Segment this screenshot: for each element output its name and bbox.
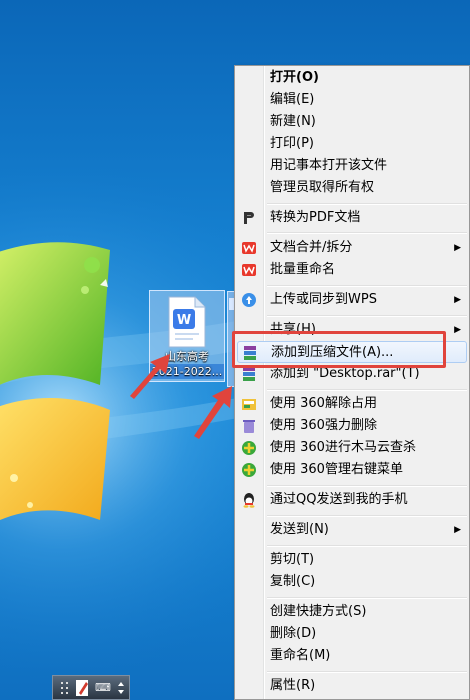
context-menu: 打开(O) 编辑(E) 新建(N) 打印(P) 用记事本打开该文件 管理员取得所… <box>234 65 470 700</box>
360-delete-icon <box>243 420 255 433</box>
grip-icon <box>61 682 68 694</box>
menu-item-open-with-notepad[interactable]: 用记事本打开该文件 <box>237 155 467 177</box>
menu-item-take-ownership[interactable]: 管理员取得所有权 <box>237 177 467 199</box>
wps-document-icon: W <box>168 296 206 348</box>
wps-icon <box>242 264 256 276</box>
menu-separator <box>267 315 467 317</box>
red-arrow-icon <box>130 354 170 399</box>
menu-item-cut[interactable]: 剪切(T) <box>237 549 467 571</box>
360-menu-icon <box>242 463 256 477</box>
submenu-arrow-icon: ▶ <box>454 243 461 253</box>
menu-item-upload-wps[interactable]: 上传或同步到WPS ▶ <box>237 289 467 311</box>
menu-item-convert-pdf[interactable]: 转换为PDF文档 <box>237 207 467 229</box>
submenu-arrow-icon: ▶ <box>454 525 461 535</box>
pdf-convert-icon <box>244 212 254 224</box>
360-unlock-icon <box>242 399 256 410</box>
wps-icon <box>242 242 256 254</box>
menu-separator <box>267 597 467 599</box>
cloud-upload-icon <box>242 293 256 307</box>
menu-separator <box>267 285 467 287</box>
menu-separator <box>267 515 467 517</box>
menu-separator <box>267 389 467 391</box>
menu-separator <box>267 203 467 205</box>
pen-icon[interactable] <box>75 679 91 697</box>
menu-item-merge-split[interactable]: 文档合并/拆分 ▶ <box>237 237 467 259</box>
menu-item-print[interactable]: 打印(P) <box>237 133 467 155</box>
submenu-arrow-icon: ▶ <box>454 295 461 305</box>
menu-item-360-force-delete[interactable]: 使用 360强力删除 <box>237 415 467 437</box>
menu-separator <box>267 485 467 487</box>
menu-separator <box>267 232 467 234</box>
menu-item-open[interactable]: 打开(O) <box>237 67 467 89</box>
menu-item-edit[interactable]: 编辑(E) <box>237 89 467 111</box>
submenu-arrow-icon: ▶ <box>454 325 461 335</box>
menu-item-batch-rename[interactable]: 批量重命名 <box>237 259 467 281</box>
menu-item-new[interactable]: 新建(N) <box>237 111 467 133</box>
menu-item-send-to[interactable]: 发送到(N) ▶ <box>237 519 467 541</box>
qq-icon <box>243 493 255 508</box>
red-arrow-icon <box>194 386 232 439</box>
annotation-highlight-box <box>232 331 446 368</box>
winrar-icon <box>243 367 255 381</box>
menu-item-copy[interactable]: 复制(C) <box>237 571 467 593</box>
menu-item-360-unlock[interactable]: 使用 360解除占用 <box>237 393 467 415</box>
menu-item-rename[interactable]: 重命名(M) <box>237 645 467 667</box>
taskbar-tray[interactable]: ⌨ <box>52 675 130 700</box>
menu-separator <box>267 545 467 547</box>
menu-item-properties[interactable]: 属性(R) <box>237 675 467 697</box>
menu-item-qq-send-phone[interactable]: 通过QQ发送到我的手机 <box>237 489 467 511</box>
tray-scroll-icon[interactable] <box>117 680 125 696</box>
keyboard-icon[interactable]: ⌨ <box>95 681 111 694</box>
svg-text:W: W <box>177 313 191 328</box>
menu-item-create-shortcut[interactable]: 创建快捷方式(S) <box>237 601 467 623</box>
menu-separator <box>267 671 467 673</box>
menu-item-360-trojan-scan[interactable]: 使用 360进行木马云查杀 <box>237 437 467 459</box>
menu-item-360-context-menu[interactable]: 使用 360管理右键菜单 <box>237 459 467 481</box>
menu-item-delete[interactable]: 删除(D) <box>237 623 467 645</box>
360-scan-icon <box>242 441 256 455</box>
